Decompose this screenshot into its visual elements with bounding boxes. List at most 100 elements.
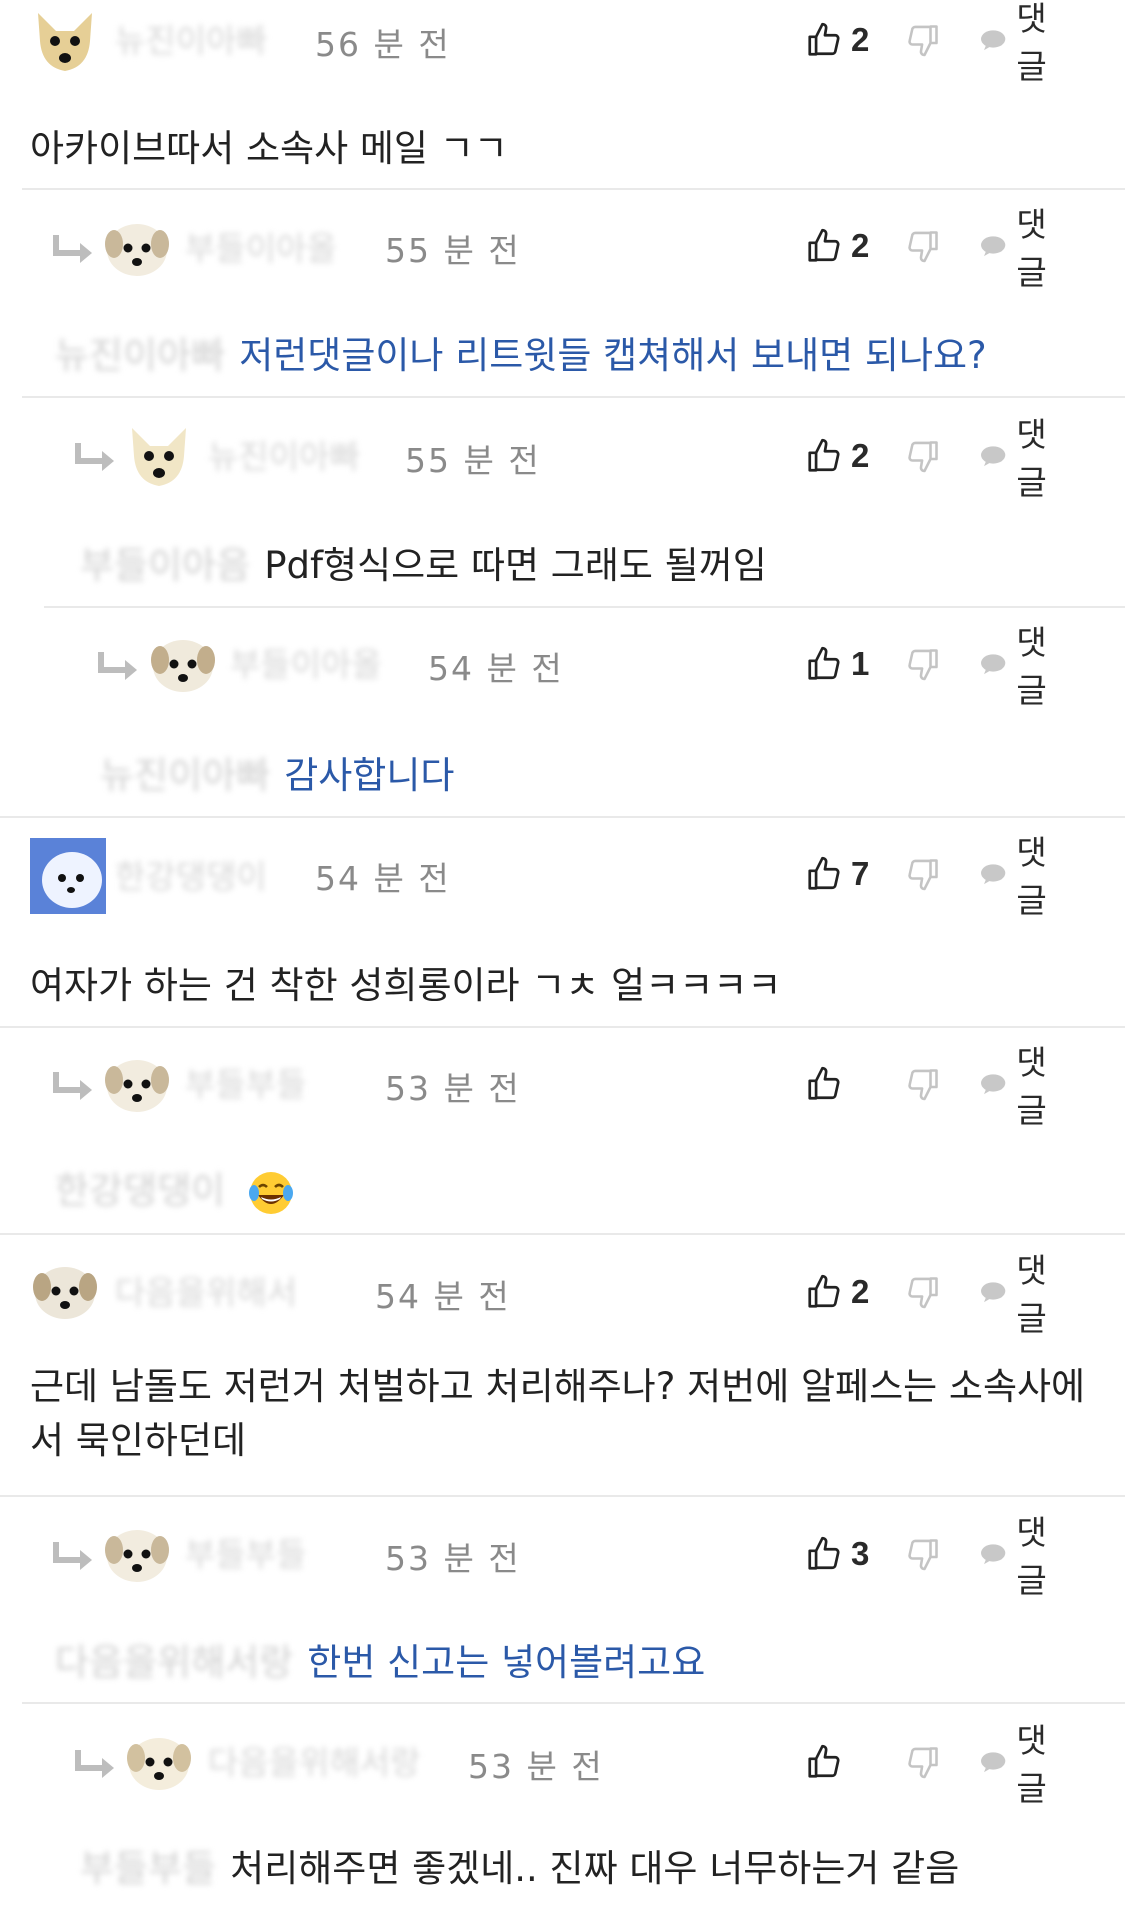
comment-text: 부들부들 처리해주면 좋겠네.. 진짜 대우 너무하는거 같음 [80, 1838, 959, 1892]
dislike-button[interactable] [905, 646, 941, 682]
thumbs-down-icon [908, 1747, 938, 1779]
avatar[interactable] [30, 5, 100, 75]
avatar[interactable] [102, 212, 172, 282]
mention[interactable]: 뉴진이아빠 [100, 754, 270, 797]
reply-button[interactable]: 댓글 [980, 415, 1058, 502]
timestamp: 54 분 전 [428, 649, 564, 688]
reply-arrow-icon [75, 443, 114, 471]
mention[interactable]: 다음을위해서랑 [55, 1641, 293, 1684]
like-button[interactable] [805, 1060, 851, 1108]
like-button[interactable]: 7 [805, 850, 869, 898]
like-button[interactable]: 2 [805, 432, 869, 480]
reply-button[interactable]: 댓글 [980, 0, 1058, 86]
speech-bubble-icon [981, 1282, 1006, 1303]
comment-text: 뉴진이아빠 저런댓글이나 리트윗들 캡쳐해서 보내면 되나요? [55, 325, 987, 379]
divider [0, 1233, 1125, 1235]
thumbs-down-icon [908, 25, 938, 57]
comment-text-content: 아카이브따서 소속사 메일 ㄱㄱ [30, 127, 508, 170]
mention[interactable]: 뉴진이아빠 [55, 334, 225, 377]
like-count: 2 [851, 437, 870, 474]
reply-label: 댓글 [1016, 1043, 1047, 1130]
author-name[interactable]: 부들이아올 [230, 638, 382, 686]
comment-text-content: 한번 신고는 넣어볼려고요 [307, 1641, 706, 1684]
like-count: 7 [851, 855, 870, 892]
like-button[interactable] [805, 1738, 851, 1786]
mention[interactable]: 부들이아음 [80, 544, 250, 587]
speech-bubble-icon [981, 446, 1006, 467]
dislike-button[interactable] [905, 1066, 941, 1102]
dislike-button[interactable] [905, 438, 941, 474]
like-count: 2 [851, 1273, 870, 1310]
speech-bubble-icon [981, 1544, 1006, 1565]
timestamp: 56 분 전 [315, 25, 451, 64]
like-count: 3 [851, 1535, 870, 1572]
reply-button[interactable]: 댓글 [980, 205, 1058, 292]
mention[interactable]: 부들부들 [80, 1847, 216, 1890]
reply-button[interactable]: 댓글 [980, 1721, 1058, 1808]
divider [22, 188, 1125, 190]
reply-arrow-icon [53, 1542, 92, 1570]
author-name[interactable]: 부들부들 [185, 1528, 306, 1576]
reply-button[interactable]: 댓글 [980, 1043, 1058, 1130]
reply-arrow-icon [75, 1750, 114, 1778]
dislike-button[interactable] [905, 22, 941, 58]
avatar[interactable] [148, 628, 218, 698]
thumbs-down-icon [908, 231, 938, 263]
timestamp: 53 분 전 [468, 1747, 604, 1786]
author-name[interactable]: 부들부들 [185, 1058, 306, 1106]
thumbs-up-icon [808, 1744, 840, 1778]
reply-button[interactable]: 댓글 [980, 623, 1058, 710]
like-count: 2 [851, 21, 870, 58]
dislike-button[interactable] [905, 1744, 941, 1780]
avatar[interactable] [102, 1518, 172, 1588]
author-name[interactable]: 다음을위해서랑 [208, 1736, 421, 1784]
author-name[interactable]: 뉴진이아빠 [208, 430, 360, 478]
thumbs-up-icon [808, 646, 840, 680]
comment-text-content: 여자가 하는 건 착한 성희롱이라 ㄱㅊ 얼ㅋㅋㅋㅋ [30, 964, 782, 1007]
divider [22, 396, 1125, 398]
author-name[interactable]: 뉴진이아빠 [115, 14, 267, 62]
like-button[interactable]: 2 [805, 16, 869, 64]
dislike-button[interactable] [905, 228, 941, 264]
author-name[interactable]: 부들이아올 [185, 222, 337, 270]
speech-bubble-icon [981, 1752, 1006, 1773]
divider [0, 1495, 1125, 1497]
mention[interactable]: 한강댕댕이 [55, 1169, 225, 1212]
timestamp: 55 분 전 [385, 231, 521, 270]
comment-text: 다음을위해서랑 한번 신고는 넣어볼려고요 [55, 1632, 705, 1686]
reply-button[interactable]: 댓글 [980, 833, 1058, 920]
avatar[interactable] [124, 420, 194, 490]
speech-bubble-icon [981, 654, 1006, 675]
dislike-button[interactable] [905, 1536, 941, 1572]
thumbs-down-icon [908, 1069, 938, 1101]
reply-label: 댓글 [1016, 415, 1047, 502]
laughing-tears-emoji [249, 1171, 294, 1214]
thumbs-up-icon [808, 228, 840, 262]
avatar[interactable] [30, 1255, 100, 1325]
author-name[interactable]: 다음을위해서 [115, 1266, 297, 1314]
speech-bubble-icon [981, 236, 1006, 257]
dislike-button[interactable] [905, 1274, 941, 1310]
comment-text-content: 저런댓글이나 리트윗들 캡쳐해서 보내면 되나요? [239, 334, 987, 377]
thumbs-down-icon [908, 1277, 938, 1309]
like-button[interactable]: 3 [805, 1530, 869, 1578]
like-button[interactable]: 2 [805, 222, 869, 270]
thumbs-up-icon [808, 1274, 840, 1308]
avatar[interactable] [124, 1726, 194, 1796]
comment-text: 여자가 하는 건 착한 성희롱이라 ㄱㅊ 얼ㅋㅋㅋㅋ [30, 955, 781, 1009]
avatar[interactable] [30, 838, 106, 914]
thumbs-down-icon [908, 649, 938, 681]
thumbs-down-icon [908, 441, 938, 473]
divider [44, 606, 1125, 608]
dislike-button[interactable] [905, 856, 941, 892]
avatar[interactable] [102, 1048, 172, 1118]
reply-button[interactable]: 댓글 [980, 1513, 1058, 1600]
author-name[interactable]: 한강댕댕이 [115, 850, 267, 898]
reply-button[interactable]: 댓글 [980, 1251, 1058, 1338]
thumbs-up-icon [808, 856, 840, 890]
like-button[interactable]: 1 [805, 640, 869, 688]
like-button[interactable]: 2 [805, 1268, 869, 1316]
reply-label: 댓글 [1016, 1721, 1047, 1808]
thumbs-up-icon [808, 1066, 840, 1100]
comment-text: 근데 남돌도 저런거 처벌하고 처리해주나? 저번에 알페스는 소속사에서 묵인… [30, 1360, 1090, 1468]
